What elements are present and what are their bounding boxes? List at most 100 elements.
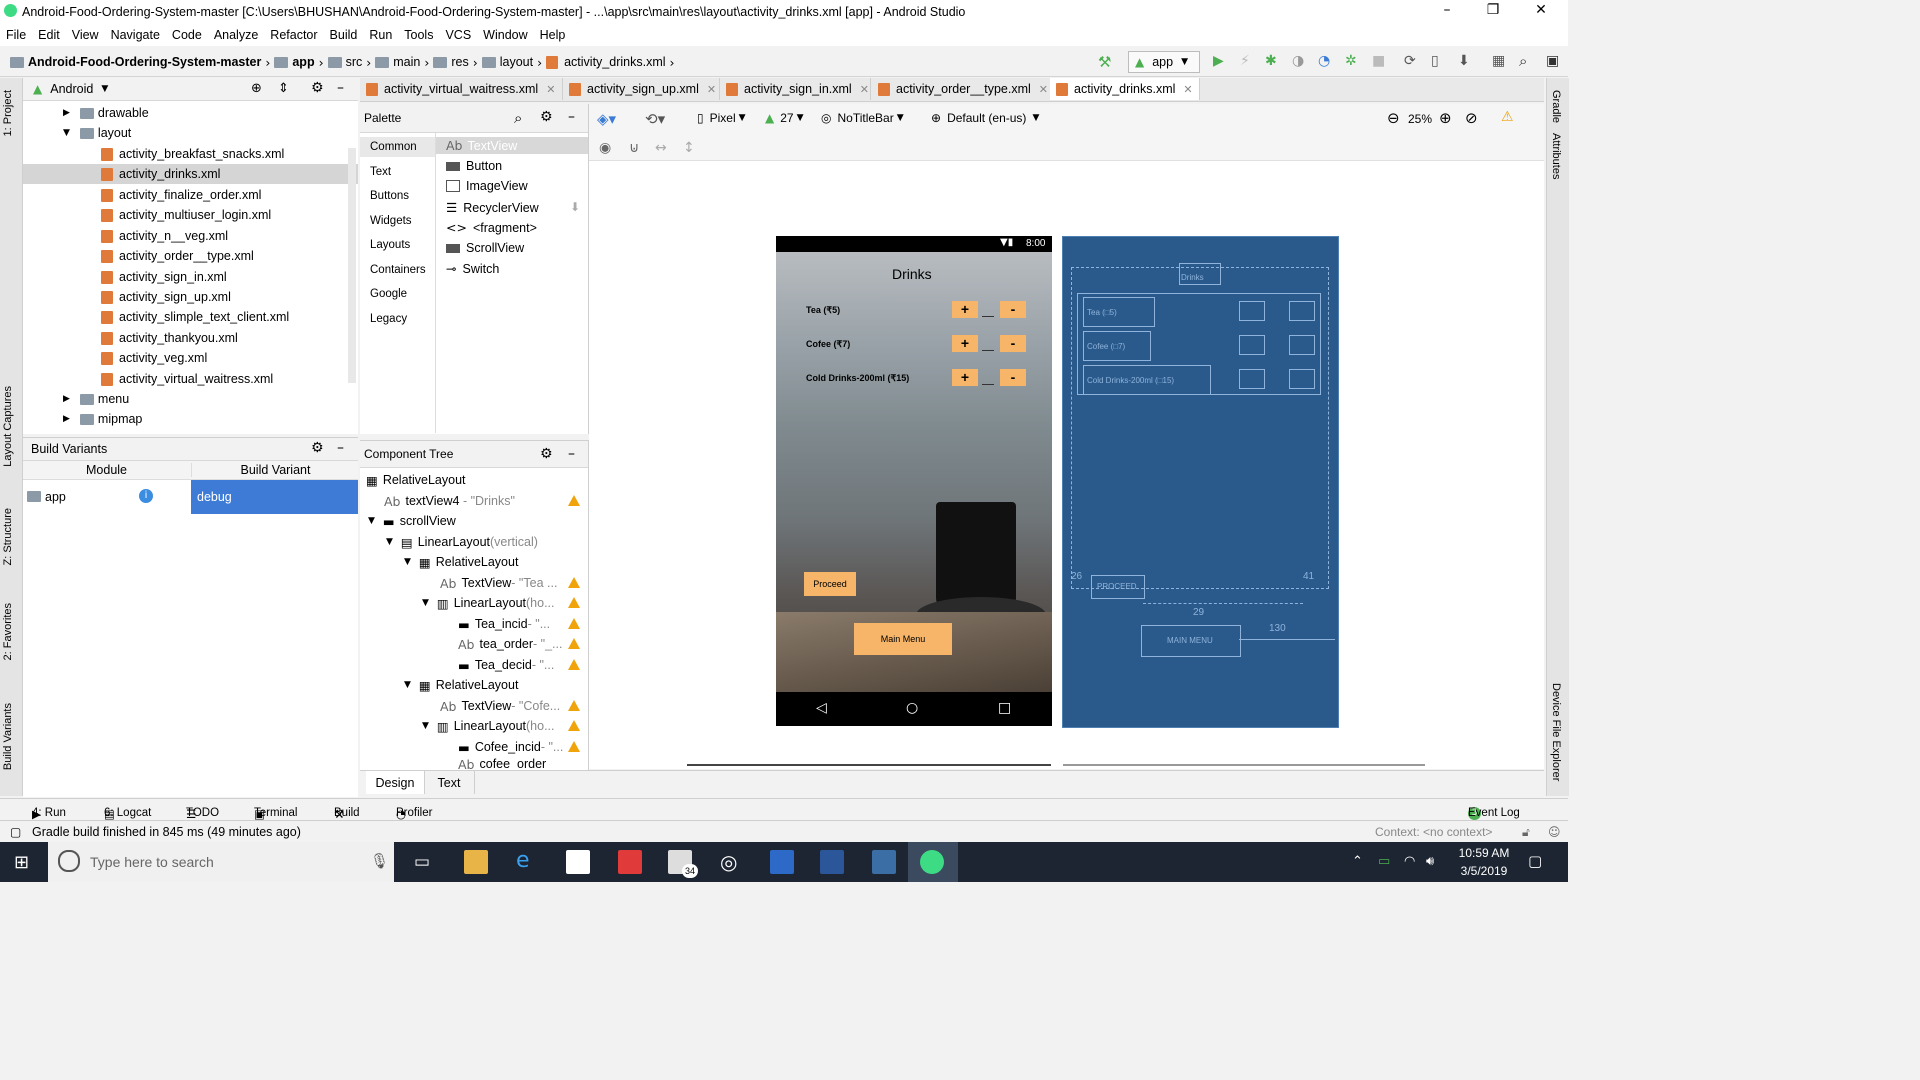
blueprint-plus[interactable]	[1239, 335, 1265, 355]
battery-icon[interactable]: ▭	[1378, 854, 1390, 869]
warning-icon[interactable]	[568, 577, 580, 588]
clock-date[interactable]: 3/5/2019	[1454, 864, 1514, 878]
inspector-icon[interactable]: ☺	[1548, 825, 1561, 839]
palette-item-textview[interactable]: Ab TextView	[446, 138, 517, 153]
security-shield-icon[interactable]	[770, 850, 794, 874]
close-tab-icon[interactable]: ✕	[546, 83, 555, 96]
tab-activity-sign-up[interactable]: activity_sign_up.xml ✕	[563, 78, 720, 100]
warning-icon[interactable]	[568, 618, 580, 629]
android-studio-taskbar-icon[interactable]	[920, 850, 944, 874]
back-icon[interactable]: ◁	[816, 700, 827, 716]
zoom-fit-icon[interactable]: ⊘	[1465, 109, 1478, 127]
close-tab-icon[interactable]: ✕	[860, 83, 869, 96]
expand-horizontal-icon[interactable]: ↔	[655, 140, 667, 156]
tree-file[interactable]: activity_finalize_order.xml	[101, 185, 261, 205]
run-icon[interactable]: ▶	[1213, 53, 1224, 69]
task-view-icon[interactable]: ▭	[414, 852, 430, 872]
tree-node[interactable]: ▬ Cofee_incid - "...	[458, 737, 563, 757]
breadcrumb-file[interactable]: activity_drinks.xml	[564, 55, 665, 69]
tree-node[interactable]: ▬ Tea_decid - "...	[458, 655, 554, 675]
tab-device-file-explorer[interactable]: Device File Explorer	[1550, 683, 1562, 781]
warning-icon[interactable]	[568, 495, 580, 506]
tree-folder-drawable[interactable]: ▶ drawable	[63, 103, 149, 123]
tree-file[interactable]: activity_sign_in.xml	[101, 267, 227, 287]
tab-gradle[interactable]: Gradle	[1550, 90, 1562, 123]
search-icon[interactable]: ⌕	[514, 109, 522, 127]
warning-icon[interactable]	[568, 720, 580, 731]
tree-file[interactable]: activity_virtual_waitress.xml	[101, 369, 273, 389]
warning-icon[interactable]	[568, 659, 580, 670]
gear-icon[interactable]: ⚙	[540, 446, 553, 462]
warning-icon[interactable]	[568, 741, 580, 752]
quantity-field[interactable]	[982, 350, 994, 351]
media-player-icon[interactable]: ◎	[720, 850, 737, 874]
tree-node[interactable]: ▦ RelativeLayout	[366, 470, 466, 490]
lock-icon[interactable]: 🔓︎	[1522, 825, 1530, 840]
menu-tools[interactable]: Tools	[404, 28, 433, 42]
api-select[interactable]: ▲ 27 ▼	[765, 111, 804, 125]
menu-build[interactable]: Build	[330, 28, 358, 42]
notification-icon[interactable]: ▢	[1528, 852, 1542, 870]
tree-node[interactable]: ▼ ▥ LinearLayout (ho...	[422, 593, 555, 613]
tab-attributes[interactable]: Attributes	[1550, 133, 1562, 179]
tree-file[interactable]: activity_breakfast_snacks.xml	[101, 144, 284, 164]
phone-preview[interactable]: ▼▮ 8:00 Drinks Tea (₹5) + - Cofee (₹7) +…	[776, 236, 1052, 726]
warning-icon[interactable]	[568, 700, 580, 711]
search-icon[interactable]: ⌕	[1519, 52, 1527, 70]
warning-icon[interactable]	[568, 597, 580, 608]
tab-design[interactable]: Design	[366, 771, 425, 794]
eye-icon[interactable]: ◉	[599, 140, 611, 156]
menu-code[interactable]: Code	[172, 28, 202, 42]
menu-vcs[interactable]: VCS	[445, 28, 471, 42]
tree-folder-menu[interactable]: ▶ menu	[63, 389, 129, 409]
project-view-select[interactable]: Android	[50, 82, 93, 96]
breadcrumb-project[interactable]: Android-Food-Ordering-System-master	[28, 55, 261, 69]
tree-file[interactable]: activity_multiuser_login.xml	[101, 205, 271, 225]
blueprint-preview[interactable]: Drinks Tea (□5) Cofee (□7) Cold Drinks-2…	[1062, 236, 1339, 728]
theme-select[interactable]: ◎ NoTitleBar ▼	[821, 111, 904, 125]
project-structure-icon[interactable]: ▦	[1492, 53, 1505, 69]
palette-item-button[interactable]: Button	[446, 159, 502, 173]
run-config-select[interactable]: ▲ app ▼	[1128, 51, 1200, 73]
magnet-icon[interactable]: ⊍	[629, 140, 639, 156]
palette-category-widgets[interactable]: Widgets	[370, 215, 412, 227]
breadcrumb-res[interactable]: res	[451, 55, 468, 69]
word-icon[interactable]	[820, 850, 844, 874]
hammer-icon[interactable]: ⚒	[1098, 53, 1111, 71]
menu-file[interactable]: File	[6, 28, 26, 42]
menu-refactor[interactable]: Refactor	[270, 28, 317, 42]
chevron-down-icon[interactable]: ▼	[101, 84, 108, 94]
build-variant-select[interactable]: debug	[191, 480, 358, 514]
menu-analyze[interactable]: Analyze	[214, 28, 258, 42]
palette-item-fragment[interactable]: <> <fragment>	[446, 220, 537, 235]
breadcrumb-layout[interactable]: layout	[500, 55, 533, 69]
hide-icon[interactable]: –	[337, 80, 344, 96]
expand-vertical-icon[interactable]: ↕	[683, 140, 695, 156]
tree-folder-mipmap[interactable]: ▶ mipmap	[63, 409, 142, 429]
tab-activity-order-type[interactable]: activity_order__type.xml ✕	[872, 78, 1059, 100]
close-tab-icon[interactable]: ✕	[1183, 83, 1192, 96]
app-icon[interactable]	[872, 850, 896, 874]
tree-node[interactable]: ▼ ▥ LinearLayout (ho...	[422, 716, 555, 736]
tab-text[interactable]: Text	[424, 771, 475, 794]
module-icon[interactable]: ▣	[1546, 53, 1559, 69]
menu-help[interactable]: Help	[540, 28, 566, 42]
tree-node[interactable]: Ab cofee_order	[458, 757, 546, 769]
network-icon[interactable]: ◠	[1404, 854, 1415, 869]
close-tab-icon[interactable]: ✕	[1039, 83, 1048, 96]
tree-folder-layout[interactable]: ▼ layout	[63, 123, 131, 143]
minus-button[interactable]: -	[1000, 369, 1026, 386]
blueprint-minus[interactable]	[1289, 301, 1315, 321]
orientation-icon[interactable]: ⟲▾	[645, 110, 665, 128]
palette-item-scrollview[interactable]: ScrollView	[446, 241, 524, 255]
tab-favorites[interactable]: 2: Favorites	[2, 603, 14, 660]
palette-category-text[interactable]: Text	[370, 166, 391, 178]
tab-activity-drinks[interactable]: activity_drinks.xml ✕	[1050, 78, 1200, 100]
avd-manager-icon[interactable]: ▯	[1431, 53, 1439, 69]
palette-category-google[interactable]: Google	[370, 288, 407, 300]
minimize-icon[interactable]: –	[1424, 2, 1470, 22]
tree-node[interactable]: ▼ ▦ RelativeLayout	[404, 552, 518, 572]
tree-node[interactable]: ▼ ▬ scrollView	[368, 511, 456, 531]
zoom-in-icon[interactable]: ⊕	[1439, 109, 1452, 127]
file-explorer-icon[interactable]	[464, 850, 488, 874]
